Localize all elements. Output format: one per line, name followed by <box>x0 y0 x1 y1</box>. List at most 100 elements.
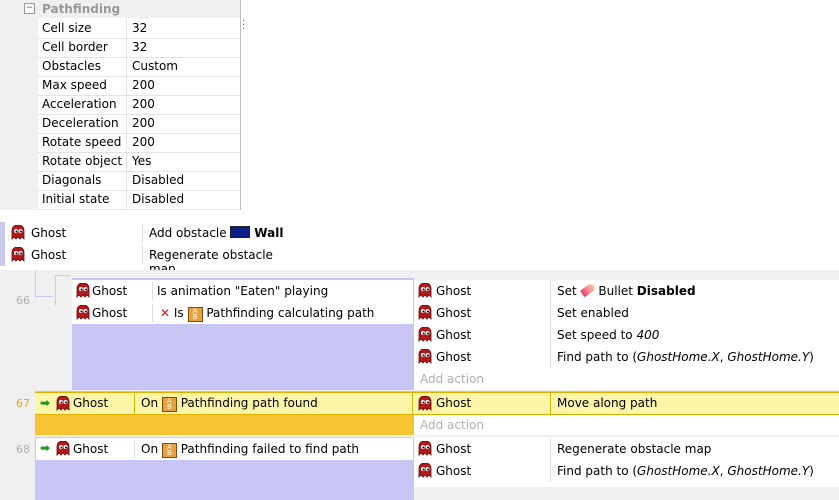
tree-line <box>35 270 36 297</box>
action-row[interactable]: Ghost Set Bullet Disabled <box>414 280 839 302</box>
property-key: Cell border <box>42 40 108 54</box>
selected-event-row[interactable]: ➡ Ghost On AB Pathfinding path found Gho… <box>35 392 839 415</box>
splitter-grip-icon[interactable]: · · · <box>242 17 245 35</box>
trigger-arrow-icon: ➡ <box>40 396 51 410</box>
action-list-snippet: Ghost Add obstacle Wall Ghost Regenerate… <box>0 222 300 276</box>
action-text: Set enabled <box>557 306 629 320</box>
property-group-header[interactable]: − Pathfinding <box>0 0 240 18</box>
property-value[interactable]: Custom <box>132 59 178 73</box>
trigger-arrow-icon: ➡ <box>40 441 51 455</box>
property-value[interactable]: Yes <box>132 154 151 168</box>
tree-line <box>35 296 53 297</box>
condition-row[interactable]: Ghost Is animation "Eaten" playing <box>72 280 413 302</box>
ghost-icon <box>418 396 432 411</box>
add-action-link[interactable]: Add action <box>420 372 484 386</box>
ghost-icon <box>76 305 90 320</box>
property-value[interactable]: 32 <box>132 40 147 54</box>
add-action-link[interactable]: Add action <box>420 418 484 432</box>
action-object: Ghost <box>436 306 472 320</box>
action-object: Ghost <box>436 328 472 342</box>
condition-object: Ghost <box>73 396 109 410</box>
action-object: Ghost <box>436 350 472 364</box>
property-gutter <box>0 0 38 210</box>
action-text: Find path to (GhostHome.X, GhostHome.Y) <box>557 464 814 478</box>
property-key: Deceleration <box>42 116 119 130</box>
condition-text: On AB Pathfinding path found <box>141 396 318 412</box>
action-row[interactable]: Ghost Add obstacle Wall <box>5 222 300 244</box>
property-row-cell-border[interactable]: Cell border 32 <box>38 38 240 58</box>
action-row[interactable]: Ghost Find path to (GhostHome.X, GhostHo… <box>414 346 839 368</box>
ghost-icon <box>418 305 432 320</box>
ghost-icon <box>56 441 70 456</box>
property-key: Rotate speed <box>42 135 122 149</box>
action-row[interactable]: Ghost Regenerate obstacle map <box>5 244 300 276</box>
action-object: Ghost <box>31 248 67 262</box>
property-value[interactable]: 32 <box>132 21 147 35</box>
action-text: Set Bullet Disabled <box>557 282 696 298</box>
condition-text: On AB Pathfinding failed to find path <box>141 442 360 458</box>
property-value[interactable]: 200 <box>132 78 155 92</box>
property-group-label: Pathfinding <box>42 2 121 16</box>
ghost-icon <box>418 441 432 456</box>
properties-panel: − Pathfinding Cell size 32 Cell border 32 … <box>0 0 246 210</box>
property-value[interactable]: 200 <box>132 116 155 130</box>
action-object: Ghost <box>436 396 472 410</box>
panel-splitter[interactable] <box>240 0 241 210</box>
action-text: Add obstacle Wall <box>149 226 284 240</box>
pathfinding-icon: AB <box>161 397 177 412</box>
ghost-icon <box>11 225 25 240</box>
action-text: Set speed to 400 <box>557 328 660 342</box>
tree-line <box>55 275 70 276</box>
property-key: Diagonals <box>42 173 102 187</box>
property-value[interactable]: Disabled <box>132 192 184 206</box>
ghost-icon <box>56 396 70 411</box>
condition-object: Ghost <box>92 306 128 320</box>
action-row[interactable]: Ghost Set speed to 400 <box>414 324 839 346</box>
property-row-max-speed[interactable]: Max speed 200 <box>38 76 240 96</box>
property-value[interactable]: 200 <box>132 135 155 149</box>
collapse-icon[interactable]: − <box>24 3 35 14</box>
action-param: Wall <box>254 226 284 240</box>
property-row-initial-state[interactable]: Initial state Disabled <box>38 190 240 210</box>
bullet-icon <box>579 282 596 298</box>
action-text: Find path to (GhostHome.X, GhostHome.Y) <box>557 350 814 364</box>
property-row-rotate-object[interactable]: Rotate object Yes <box>38 152 240 172</box>
event-number: 68 <box>16 443 30 456</box>
condition-object: Ghost <box>73 442 109 456</box>
property-value[interactable]: 200 <box>132 97 155 111</box>
property-value[interactable]: Disabled <box>132 173 184 187</box>
action-row[interactable]: Ghost Find path to (GhostHome.X, GhostHo… <box>414 460 839 482</box>
condition-row[interactable]: ➡ Ghost On AB Pathfinding failed to find… <box>36 438 413 460</box>
condition-text: Is animation "Eaten" playing <box>157 284 329 298</box>
ghost-icon <box>418 327 432 342</box>
condition-text: ✕ Is AB Pathfinding calculating path <box>160 306 375 322</box>
action-text: Move along path <box>557 396 658 410</box>
action-row[interactable]: Ghost Regenerate obstacle map <box>414 438 839 460</box>
pathfinding-icon: AB <box>187 307 203 322</box>
invert-x-icon: ✕ <box>160 306 171 320</box>
action-object: Ghost <box>436 284 472 298</box>
wall-icon <box>230 226 251 238</box>
property-row-obstacles[interactable]: Obstacles Custom <box>38 57 240 77</box>
property-key: Acceleration <box>42 97 117 111</box>
ghost-icon <box>418 283 432 298</box>
event-number: 66 <box>16 294 30 307</box>
event-sheet: 66 Ghost Is animation "Eaten" playing Gh… <box>0 270 839 500</box>
property-row-acceleration[interactable]: Acceleration 200 <box>38 95 240 115</box>
ghost-icon <box>418 463 432 478</box>
property-row-diagonals[interactable]: Diagonals Disabled <box>38 171 240 191</box>
action-object: Ghost <box>31 226 67 240</box>
property-key: Max speed <box>42 78 107 92</box>
pathfinding-icon: AB <box>161 443 177 458</box>
property-row-cell-size[interactable]: Cell size 32 <box>38 19 240 39</box>
property-key: Rotate object <box>42 154 123 168</box>
condition-row[interactable]: Ghost ✕ Is AB Pathfinding calculating pa… <box>72 302 413 324</box>
ghost-icon <box>418 349 432 364</box>
property-row-rotate-speed[interactable]: Rotate speed 200 <box>38 133 240 153</box>
property-row-deceleration[interactable]: Deceleration 200 <box>38 114 240 134</box>
ghost-icon <box>76 283 90 298</box>
tree-line <box>55 275 56 305</box>
action-row[interactable]: Ghost Set enabled <box>414 302 839 324</box>
property-key: Cell size <box>42 21 92 35</box>
action-object: Ghost <box>436 464 472 478</box>
